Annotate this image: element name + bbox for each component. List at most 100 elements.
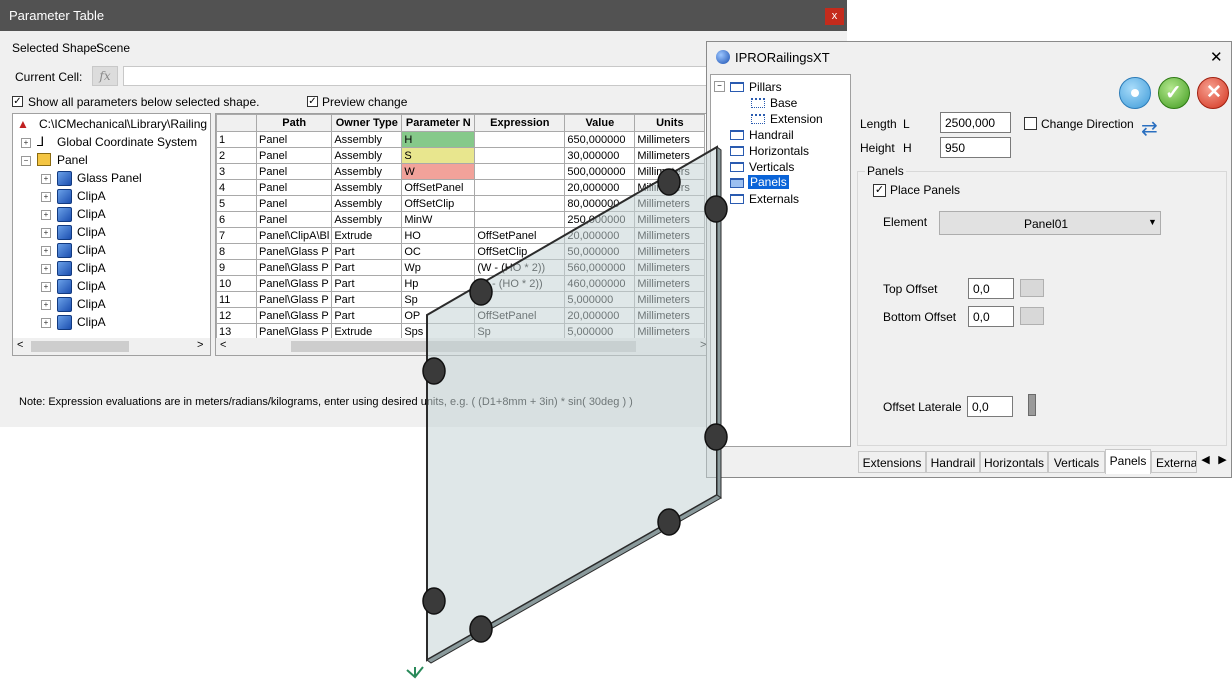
column-header[interactable]: Parameter N — [401, 114, 476, 132]
owner-type-cell[interactable]: Assembly — [331, 195, 403, 212]
close-button[interactable]: x — [825, 8, 844, 25]
expand-icon[interactable]: + — [41, 192, 51, 202]
owner-type-cell[interactable]: Assembly — [331, 163, 403, 180]
tab-handrail[interactable]: Handrail — [926, 451, 980, 473]
selected-shape-label: Selected Shape: — [12, 41, 101, 55]
cancel-button[interactable]: ✕ — [1197, 77, 1229, 109]
top-offset-icon[interactable] — [1020, 279, 1044, 297]
bottom-offset-input[interactable]: 0,0 — [968, 306, 1014, 327]
row-number[interactable]: 9 — [216, 259, 257, 276]
tab-panels[interactable]: Panels — [1105, 449, 1151, 474]
glass-panel-preview — [406, 145, 728, 679]
scroll-right-icon[interactable]: > — [197, 339, 203, 351]
column-header[interactable]: Expression — [474, 114, 566, 132]
column-header[interactable]: Owner Type — [331, 114, 403, 132]
top-offset-input[interactable]: 0,0 — [968, 278, 1014, 299]
element-dropdown-value: Panel01 — [1024, 217, 1069, 231]
path-cell[interactable]: Panel — [255, 195, 333, 212]
row-number[interactable]: 6 — [216, 211, 257, 228]
path-cell[interactable]: Panel — [255, 211, 333, 228]
scroll-thumb[interactable] — [31, 341, 129, 352]
tab-horizontals[interactable]: Horizontals — [980, 451, 1048, 473]
path-cell[interactable]: Panel\Glass P — [255, 307, 333, 324]
expand-icon[interactable]: + — [41, 210, 51, 220]
current-cell-input[interactable] — [123, 66, 723, 86]
owner-type-cell[interactable]: Part — [331, 275, 403, 292]
length-input[interactable]: 2500,000 — [940, 112, 1011, 133]
part-icon — [57, 315, 72, 330]
column-header[interactable]: Path — [255, 114, 333, 132]
shape-tree[interactable]: ▲ C:\ICMechanical\Library\Railing + ⅃ Gl… — [12, 113, 211, 356]
path-cell[interactable]: Panel — [255, 147, 333, 164]
bottom-offset-icon[interactable] — [1020, 307, 1044, 325]
path-cell[interactable]: Panel — [255, 163, 333, 180]
row-number[interactable]: 3 — [216, 163, 257, 180]
element-dropdown[interactable]: Panel01 ▼ — [939, 211, 1161, 235]
close-button[interactable]: ✕ — [1210, 48, 1223, 66]
row-number[interactable]: 5 — [216, 195, 257, 212]
path-cell[interactable]: Panel\ClipA\Bl — [255, 227, 333, 244]
path-cell[interactable]: Panel\Glass P — [255, 259, 333, 276]
show-all-checkbox[interactable]: ✓ — [12, 96, 23, 107]
change-direction-label: Change Direction — [1041, 117, 1134, 131]
expand-icon[interactable]: + — [41, 264, 51, 274]
expand-icon[interactable]: + — [41, 282, 51, 292]
place-panels-checkbox[interactable]: ✓ — [873, 184, 886, 197]
length-symbol: L — [903, 117, 910, 131]
row-number[interactable]: 12 — [216, 307, 257, 324]
offset-laterale-icon[interactable] — [1028, 394, 1036, 416]
owner-type-cell[interactable]: Assembly — [331, 179, 403, 196]
tab-externals[interactable]: Externa — [1151, 451, 1197, 473]
ok-button[interactable]: ✓ — [1158, 77, 1190, 109]
owner-type-cell[interactable]: Assembly — [331, 131, 403, 148]
row-number[interactable]: 10 — [216, 275, 257, 292]
checkmark-icon: ✓ — [1165, 82, 1182, 104]
owner-type-cell[interactable]: Part — [331, 243, 403, 260]
path-cell[interactable]: Panel\Glass P — [255, 291, 333, 308]
column-header[interactable]: Units — [634, 114, 706, 132]
expand-icon[interactable]: + — [41, 228, 51, 238]
owner-type-cell[interactable]: Assembly — [331, 147, 403, 164]
offset-laterale-input[interactable]: 0,0 — [967, 396, 1013, 417]
path-cell[interactable]: Panel — [255, 131, 333, 148]
top-offset-label: Top Offset — [883, 282, 938, 296]
expand-icon[interactable]: + — [41, 318, 51, 328]
row-number[interactable]: 7 — [216, 227, 257, 244]
swap-direction-icon[interactable]: ⇄ — [1141, 116, 1167, 142]
path-cell[interactable]: Panel\Glass P — [255, 275, 333, 292]
row-number[interactable]: 2 — [216, 147, 257, 164]
collapse-icon[interactable]: − — [714, 81, 725, 92]
chevron-down-icon: ▼ — [1148, 217, 1157, 227]
path-cell[interactable]: Panel\Glass P — [255, 243, 333, 260]
tab-extensions[interactable]: Extensions — [858, 451, 926, 473]
apply-button[interactable] — [1119, 77, 1151, 109]
scroll-left-icon[interactable]: < — [17, 339, 23, 351]
tab-verticals[interactable]: Verticals — [1048, 451, 1105, 473]
owner-type-cell[interactable]: Part — [331, 259, 403, 276]
scroll-left-icon[interactable]: < — [220, 339, 226, 351]
tab-scroll-right-icon[interactable]: ▶ — [1214, 451, 1231, 469]
collapse-icon[interactable]: − — [21, 156, 31, 166]
owner-type-cell[interactable]: Part — [331, 307, 403, 324]
change-direction-checkbox[interactable] — [1024, 117, 1037, 130]
fx-button[interactable]: fx — [92, 66, 118, 86]
column-header[interactable] — [216, 114, 257, 132]
tab-scroll-left-icon[interactable]: ◀ — [1197, 451, 1214, 469]
height-input[interactable]: 950 — [940, 137, 1011, 158]
row-number[interactable]: 4 — [216, 179, 257, 196]
owner-type-cell[interactable]: Extrude — [331, 227, 403, 244]
expand-icon[interactable]: + — [21, 138, 31, 148]
path-cell[interactable]: Panel — [255, 179, 333, 196]
expand-icon[interactable]: + — [41, 174, 51, 184]
column-header[interactable]: Value — [564, 114, 636, 132]
expand-icon[interactable]: + — [41, 246, 51, 256]
row-number[interactable]: 1 — [216, 131, 257, 148]
owner-type-cell[interactable]: Assembly — [331, 211, 403, 228]
expand-icon[interactable]: + — [41, 300, 51, 310]
header-row: Path Owner Type Parameter N Expression V… — [216, 114, 706, 132]
row-number[interactable]: 11 — [216, 291, 257, 308]
owner-type-cell[interactable]: Part — [331, 291, 403, 308]
row-number[interactable]: 8 — [216, 243, 257, 260]
preview-change-checkbox[interactable]: ✓ — [307, 96, 318, 107]
tree-horizontal-scrollbar[interactable]: < > — [13, 338, 210, 355]
